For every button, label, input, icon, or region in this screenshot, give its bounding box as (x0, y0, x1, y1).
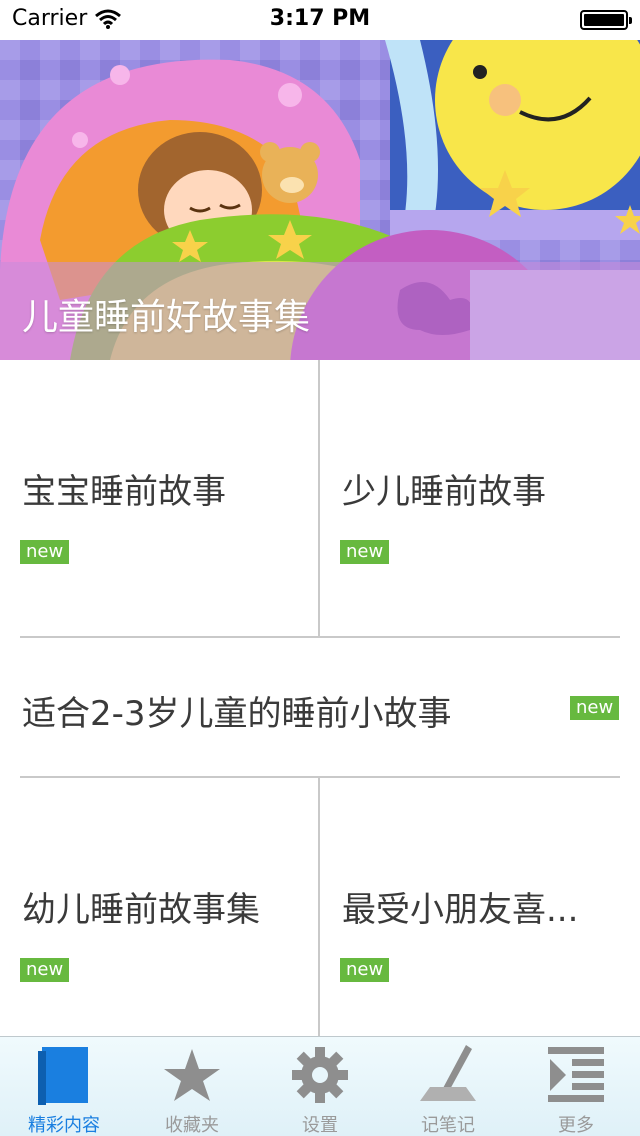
story-item-1[interactable]: 宝宝睡前故事 new (0, 360, 318, 636)
tab-label: 收藏夹 (165, 1115, 219, 1136)
gear-icon (292, 1047, 348, 1103)
book-icon (38, 1047, 88, 1105)
pen-icon (420, 1045, 476, 1101)
battery-icon (580, 10, 632, 30)
status-bar: Carrier 3:17 PM (0, 0, 640, 40)
story-item-4[interactable]: 幼儿睡前故事集 new (0, 778, 318, 1036)
tab-more[interactable]: 更多 (512, 1037, 640, 1136)
story-title: 适合2-3岁儿童的睡前小故事 (22, 694, 452, 734)
tab-featured[interactable]: 精彩内容 (0, 1037, 128, 1136)
story-title: 宝宝睡前故事 (22, 472, 226, 512)
story-title: 幼儿睡前故事集 (22, 890, 260, 930)
new-badge: new (570, 696, 620, 720)
status-time: 3:17 PM (269, 6, 371, 31)
tab-label: 记笔记 (421, 1115, 475, 1136)
tab-label: 设置 (302, 1115, 338, 1136)
tab-notes[interactable]: 记笔记 (384, 1037, 512, 1136)
list-icon (548, 1047, 604, 1102)
tab-settings[interactable]: 设置 (256, 1037, 384, 1136)
story-item-2[interactable]: 少儿睡前故事 new (320, 360, 640, 636)
tab-label: 精彩内容 (28, 1115, 100, 1136)
new-badge: new (340, 540, 390, 564)
new-badge: new (340, 958, 390, 982)
new-badge: new (20, 540, 70, 564)
tab-favorites[interactable]: 收藏夹 (128, 1037, 256, 1136)
story-title: 少儿睡前故事 (342, 472, 546, 512)
story-item-3[interactable]: 适合2-3岁儿童的睡前小故事 new (0, 638, 640, 776)
star-icon (164, 1049, 220, 1101)
grid-divider (318, 360, 320, 636)
story-title: 最受小朋友喜... (342, 890, 579, 930)
grid-divider (318, 778, 320, 1036)
banner[interactable]: 儿童睡前好故事集 (0, 40, 640, 360)
tab-bar: 精彩内容 收藏夹 设置 记笔记 更多 (0, 1036, 640, 1136)
new-badge: new (20, 958, 70, 982)
story-item-5[interactable]: 最受小朋友喜... new (320, 778, 640, 1036)
banner-title: 儿童睡前好故事集 (22, 297, 311, 338)
tab-label: 更多 (558, 1115, 594, 1136)
